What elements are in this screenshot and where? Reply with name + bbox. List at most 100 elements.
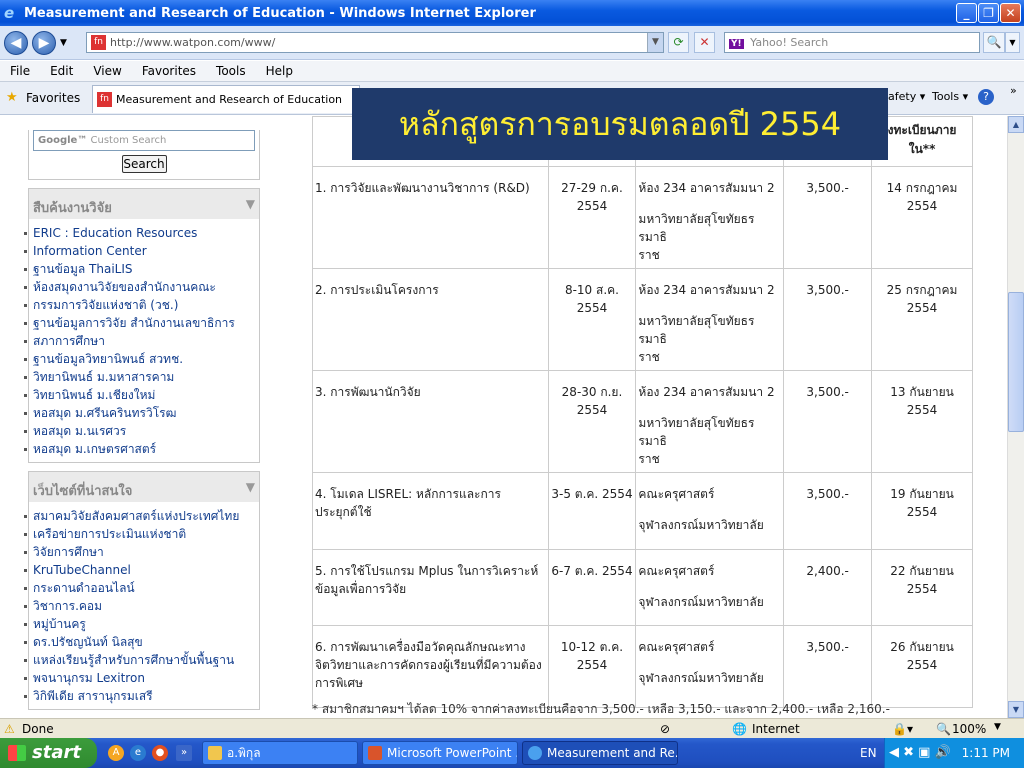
venue-line-2: จุฬาลงกรณ์มหาวิทยาลัย [638,671,764,685]
quicklaunch-ie-icon[interactable]: e [130,745,146,761]
folder-icon [208,746,222,760]
website-link[interactable]: สมาคมวิจัยสังคมศาสตร์แห่งประเทศไทย [24,507,255,525]
menu-favorites[interactable]: Favorites [132,64,206,78]
website-link[interactable]: กระดานดำออนไลน์ [24,579,255,597]
history-dropdown-icon[interactable]: ▼ [60,38,67,48]
website-link[interactable]: ดร.ปรัชญนันท์ นิลสุข [24,633,255,651]
research-link[interactable]: ERIC : Education Resources [24,224,255,242]
google-search-button[interactable]: Search [121,155,167,173]
ie-icon [528,746,542,760]
favorites-button[interactable]: Favorites [26,91,80,105]
quicklaunch-icon-a[interactable]: A [108,745,124,761]
collapse-icon[interactable]: ▼ [246,480,255,494]
menu-file[interactable]: File [0,64,40,78]
zoom-level[interactable]: 100% [952,722,986,736]
status-bar: ⚠ Done ⊘ 🌐 Internet 🔒▾ 🔍 100% ▼ [0,718,1024,738]
tab-favicon: fn [97,92,112,107]
google-logo: Google™ [38,135,88,146]
back-button[interactable]: ◀ [4,30,28,55]
language-indicator[interactable]: EN [860,746,877,760]
chevron-more-icon[interactable]: » [1010,84,1017,97]
favorites-star-icon[interactable]: ★ [6,90,18,105]
scroll-thumb[interactable] [1008,292,1024,432]
venue-line-1: ห้อง 234 อาคารสัมมนา 2 [638,385,775,399]
research-link[interactable]: ฐานข้อมูลการวิจัย สำนักงานเลขาธิการ [24,314,255,332]
close-button[interactable]: ✕ [1000,3,1021,23]
venue-line-2: มหาวิทยาลัยสุโขทัยธรรมาธิ ราช [638,416,755,466]
browser-tab[interactable]: fn Measurement and Research of Education [92,85,360,113]
course-table: งทะเบียนภาย ใน** 1. การวิจัยและพัฒนางานว… [312,116,973,708]
task-folder[interactable]: อ.พิกุล [202,741,358,765]
forward-button[interactable]: ▶ [32,30,56,55]
research-link[interactable]: วิทยานิพนธ์ ม.เชียงใหม่ [24,386,255,404]
research-link[interactable]: ห้องสมุดงานวิจัยของสำนักงานคณะ [24,278,255,296]
website-link[interactable]: วิจัยการศึกษา [24,543,255,561]
table-row: 4. โมเดล LISREL: หลักการและการ ประยุกต์ใ… [312,472,973,550]
website-link[interactable]: KruTubeChannel [24,561,255,579]
maximize-button[interactable]: ❐ [978,3,999,23]
website-link[interactable]: วิกิพีเดีย สารานุกรมเสรี [24,687,255,705]
research-link[interactable]: สภาการศึกษา [24,332,255,350]
search-button[interactable]: 🔍 [983,32,1005,53]
website-link[interactable]: หมู่บ้านครู [24,615,255,633]
research-link[interactable]: ฐานข้อมูลวิทยานิพนธ์ สวทช. [24,350,255,368]
menu-edit[interactable]: Edit [40,64,83,78]
stop-button[interactable]: ✕ [694,32,715,53]
table-row: 5. การใช้โปรแกรม Mplus ในการวิเคราะห์ ข้… [312,549,973,626]
collapse-icon[interactable]: ▼ [246,197,255,211]
course-cell: 6. การพัฒนาเครื่องมือวัดคุณลักษณะทาง จิต… [312,625,549,708]
scroll-down-icon[interactable]: ▼ [1008,701,1024,718]
website-link[interactable]: พจนานุกรม Lexitron [24,669,255,687]
research-link[interactable]: หอสมุด ม.นเรศวร [24,422,255,440]
safety-menu[interactable]: afety ▾ [888,90,925,103]
search-options-icon[interactable]: ▼ [1005,32,1020,53]
fee-cell: 2,400.- [783,549,873,626]
address-bar[interactable]: fn http://www.watpon.com/www/ ▼ [86,32,664,53]
research-link[interactable]: หอสมุด ม.ศรีนครินทรวิโรฒ [24,404,255,422]
task-ie-label: Measurement and Re... [547,746,678,760]
website-link[interactable]: เครือข่ายการประเมินแห่งชาติ [24,525,255,543]
sidebar: Google™ Custom Search Search สืบค้นงานวิ… [24,116,260,718]
deadline-cell: 13 กันยายน 2554 [871,370,973,473]
website-link[interactable]: วิชาการ.คอม [24,597,255,615]
zoom-dropdown-icon[interactable]: ▼ [994,722,1001,732]
task-ie[interactable]: Measurement and Re... [522,741,678,765]
start-button[interactable]: start [0,738,97,768]
venue-cell: ห้อง 234 อาคารสัมมนา 2 มหาวิทยาลัยสุโขทัย… [635,166,785,269]
scroll-up-icon[interactable]: ▲ [1008,116,1024,133]
task-powerpoint[interactable]: Microsoft PowerPoint ... [362,741,518,765]
websites-box: เว็บไซต์ที่น่าสนใจ ▼ สมาคมวิจัยสังคมศาสต… [24,471,260,710]
venue-line-1: ห้อง 234 อาคารสัมมนา 2 [638,181,775,195]
website-links: สมาคมวิจัยสังคมศาสตร์แห่งประเทศไทย เครือข… [24,502,259,709]
research-link[interactable]: กรรมการวิจัยแห่งชาติ (วช.) [24,296,255,314]
quicklaunch-firefox-icon[interactable]: ● [152,745,168,761]
minimize-button[interactable]: _ [956,3,977,23]
windows-flag-icon [8,745,26,761]
website-link[interactable]: แหล่งเรียนรู้สำหรับการศึกษาขั้นพื้นฐาน [24,651,255,669]
venue-line-1: คณะครุศาสตร์ [638,564,715,578]
menu-help[interactable]: Help [256,64,303,78]
research-link[interactable]: ฐานข้อมูล ThaiLIS [24,260,255,278]
security-icon[interactable]: 🔒▾ [892,722,913,736]
tools-menu[interactable]: Tools ▾ [932,90,968,103]
tray-icons[interactable]: ◀ ✖ ▣ 🔊 [889,745,951,760]
menu-view[interactable]: View [83,64,131,78]
google-placeholder: Custom Search [90,135,167,146]
research-link[interactable]: Information Center [24,242,255,260]
date-cell: 28-30 ก.ย. 2554 [547,370,637,473]
google-search-input[interactable]: Google™ Custom Search [33,130,255,151]
table-row: 3. การพัฒนานักวิจัย 28-30 ก.ย. 2554 ห้อง 2… [312,370,973,473]
quicklaunch-show-desktop-icon[interactable]: » [176,745,192,761]
vertical-scrollbar[interactable]: ▲ ▼ [1007,116,1024,718]
search-input[interactable]: Y! Yahoo! Search [724,32,980,53]
help-icon[interactable]: ? [978,89,994,105]
websites-heading-text: เว็บไซต์ที่น่าสนใจ [33,484,133,499]
menu-tools[interactable]: Tools [206,64,256,78]
venue-cell: คณะครุศาสตร์ จุฬาลงกรณ์มหาวิทยาลัย [635,625,785,708]
address-dropdown-icon[interactable]: ▼ [647,33,663,52]
menu-bar: File Edit View Favorites Tools Help [0,61,1024,82]
research-link[interactable]: วิทยานิพนธ์ ม.มหาสารคาม [24,368,255,386]
refresh-button[interactable]: ⟳ [668,32,689,53]
venue-line-2: มหาวิทยาลัยสุโขทัยธรรมาธิ ราช [638,212,755,262]
research-link[interactable]: หอสมุด ม.เกษตรศาสตร์ [24,440,255,458]
